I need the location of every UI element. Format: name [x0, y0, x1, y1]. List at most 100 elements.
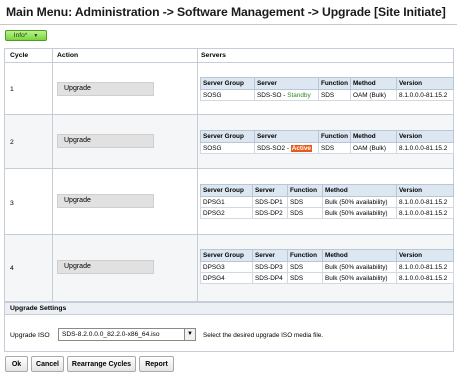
- server-group-cell: DPSG4: [200, 272, 253, 284]
- version-cell: 8.1.0.0.0-81.15.2: [395, 142, 455, 154]
- cycle-row-3: 3 Upgrade Server Group Server Function M…: [5, 169, 454, 235]
- function-cell: SDS: [287, 261, 323, 273]
- cancel-button[interactable]: Cancel: [31, 356, 64, 372]
- function-cell: SDS: [318, 89, 351, 101]
- servers-table-cycle-4: Server Group Server Function Method Vers…: [200, 249, 454, 284]
- server-cell: SDS-DP1: [252, 196, 288, 208]
- function-cell: SDS: [318, 142, 351, 154]
- version-header: Version: [396, 184, 454, 197]
- method-cell: OAM (Bulk): [349, 142, 397, 154]
- table-row: DPSG3 SDS-DP3 SDS Bulk (50% availability…: [200, 261, 454, 273]
- server-group-cell: DPSG1: [200, 196, 253, 208]
- table-row: DPSG2 SDS-DP2 SDS Bulk (50% availability…: [200, 207, 454, 219]
- servers-table-cycle-1: Server Group Server Function Method Vers…: [200, 77, 455, 101]
- cycle-row-2: 2 Upgrade Server Group Server Function M…: [5, 115, 455, 169]
- upgrade-cycles-frame: Cycle Action Servers 1 Upgrade Server Gr…: [4, 48, 455, 352]
- function-header: Function: [287, 184, 323, 197]
- server-header: Server: [254, 77, 319, 90]
- column-divider: [52, 49, 53, 302]
- servers-table-cycle-3: Server Group Server Function Method Vers…: [200, 184, 454, 219]
- version-cell: 8.1.0.0.0-81.15.2: [396, 272, 454, 284]
- servers-table-header: Server Group Server Function Method Vers…: [200, 249, 454, 262]
- version-header: Version: [395, 77, 455, 90]
- upgrade-iso-select[interactable]: SDS-8.2.0.0.0_82.2.0-x86_64.iso ▼: [58, 328, 196, 341]
- version-cell: 8.1.0.0.0-81.15.2: [395, 89, 455, 101]
- server-header: Server: [254, 130, 319, 143]
- function-header: Function: [318, 77, 351, 90]
- cycle-row-4: 4 Upgrade Server Group Server Function M…: [5, 235, 454, 302]
- version-cell: 8.1.0.0.0-81.15.2: [396, 196, 454, 208]
- server-group-cell: SOSG: [200, 89, 255, 101]
- info-label: Info*: [13, 32, 28, 39]
- server-name: SDS-SO2: [257, 144, 286, 152]
- method-cell: Bulk (50% availability): [322, 261, 397, 273]
- server-group-header: Server Group: [200, 130, 255, 143]
- server-cell: SDS-DP4: [252, 272, 288, 284]
- server-header: Server: [252, 184, 288, 197]
- chevron-down-icon[interactable]: ▼: [184, 329, 195, 340]
- server-cell: SDS-SO2 - Active: [254, 142, 319, 154]
- function-cell: SDS: [287, 207, 323, 219]
- info-dropdown-button[interactable]: Info* ▼: [5, 30, 47, 41]
- table-row: SOSG SDS-SO2 - Active SDS OAM (Bulk) 8.1…: [200, 142, 455, 154]
- function-cell: SDS: [287, 272, 323, 284]
- server-cell: SDS-DP2: [252, 207, 288, 219]
- active-status-badge: Active: [290, 144, 312, 152]
- servers-table-header: Server Group Server Function Method Vers…: [200, 77, 455, 90]
- server-group-cell: DPSG2: [200, 207, 253, 219]
- upgrade-cycle-3-button[interactable]: Upgrade: [57, 194, 154, 208]
- servers-column-header: Servers: [201, 52, 226, 59]
- server-name: SDS-SO: [257, 91, 282, 99]
- iso-selected-value: SDS-8.2.0.0.0_82.2.0-x86_64.iso: [62, 331, 160, 338]
- upgrade-iso-help-text: Select the desired upgrade ISO media fil…: [203, 332, 324, 339]
- version-cell: 8.1.0.0.0-81.15.2: [396, 207, 454, 219]
- servers-table-header: Server Group Server Function Method Vers…: [200, 130, 455, 143]
- server-group-cell: DPSG3: [200, 261, 253, 273]
- method-cell: Bulk (50% availability): [322, 196, 397, 208]
- page-title: Main Menu: Administration -> Software Ma…: [6, 5, 446, 19]
- cycle-number: 4: [10, 265, 14, 272]
- cycle-number: 3: [10, 200, 14, 207]
- upgrade-cycle-4-button[interactable]: Upgrade: [57, 260, 154, 274]
- server-group-header: Server Group: [200, 77, 255, 90]
- server-cell: SDS-DP3: [252, 261, 288, 273]
- servers-table-header: Server Group Server Function Method Vers…: [200, 184, 454, 197]
- upgrade-cycle-1-button[interactable]: Upgrade: [57, 82, 154, 96]
- report-button[interactable]: Report: [139, 356, 174, 372]
- version-cell: 8.1.0.0.0-81.15.2: [396, 261, 454, 273]
- rearrange-cycles-button[interactable]: Rearrange Cycles: [67, 356, 136, 372]
- method-cell: Bulk (50% availability): [322, 272, 397, 284]
- function-header: Function: [287, 249, 323, 262]
- title-divider: [0, 24, 457, 25]
- table-row: DPSG4 SDS-DP4 SDS Bulk (50% availability…: [200, 272, 454, 284]
- method-header: Method: [322, 249, 397, 262]
- chevron-down-icon: ▼: [33, 32, 39, 39]
- method-header: Method: [349, 130, 397, 143]
- standby-status: Standby: [287, 91, 311, 99]
- server-header: Server: [252, 249, 288, 262]
- server-cell: SDS-SO - Standby: [254, 89, 319, 101]
- server-group-cell: SOSG: [200, 142, 255, 154]
- cycle-row-1: 1 Upgrade Server Group Server Function M…: [5, 63, 455, 115]
- cycle-number: 1: [10, 86, 14, 93]
- cycle-column-header: Cycle: [10, 52, 29, 59]
- function-header: Function: [318, 130, 351, 143]
- version-header: Version: [395, 130, 455, 143]
- table-header-row: Cycle Action Servers: [5, 49, 453, 63]
- table-row: SOSG SDS-SO - Standby SDS OAM (Bulk) 8.1…: [200, 89, 455, 101]
- servers-table-cycle-2: Server Group Server Function Method Vers…: [200, 130, 455, 154]
- method-cell: Bulk (50% availability): [322, 207, 397, 219]
- table-row: DPSG1 SDS-DP1 SDS Bulk (50% availability…: [200, 196, 454, 208]
- method-header: Method: [322, 184, 397, 197]
- upgrade-iso-label: Upgrade ISO: [10, 332, 50, 339]
- cycle-number: 2: [10, 139, 14, 146]
- method-header: Method: [349, 77, 397, 90]
- action-column-header: Action: [57, 52, 79, 59]
- ok-button[interactable]: Ok: [5, 356, 28, 372]
- version-header: Version: [396, 249, 454, 262]
- function-cell: SDS: [287, 196, 323, 208]
- method-cell: OAM (Bulk): [349, 89, 397, 101]
- upgrade-cycle-2-button[interactable]: Upgrade: [57, 134, 154, 148]
- column-divider: [197, 49, 198, 302]
- server-group-header: Server Group: [200, 249, 253, 262]
